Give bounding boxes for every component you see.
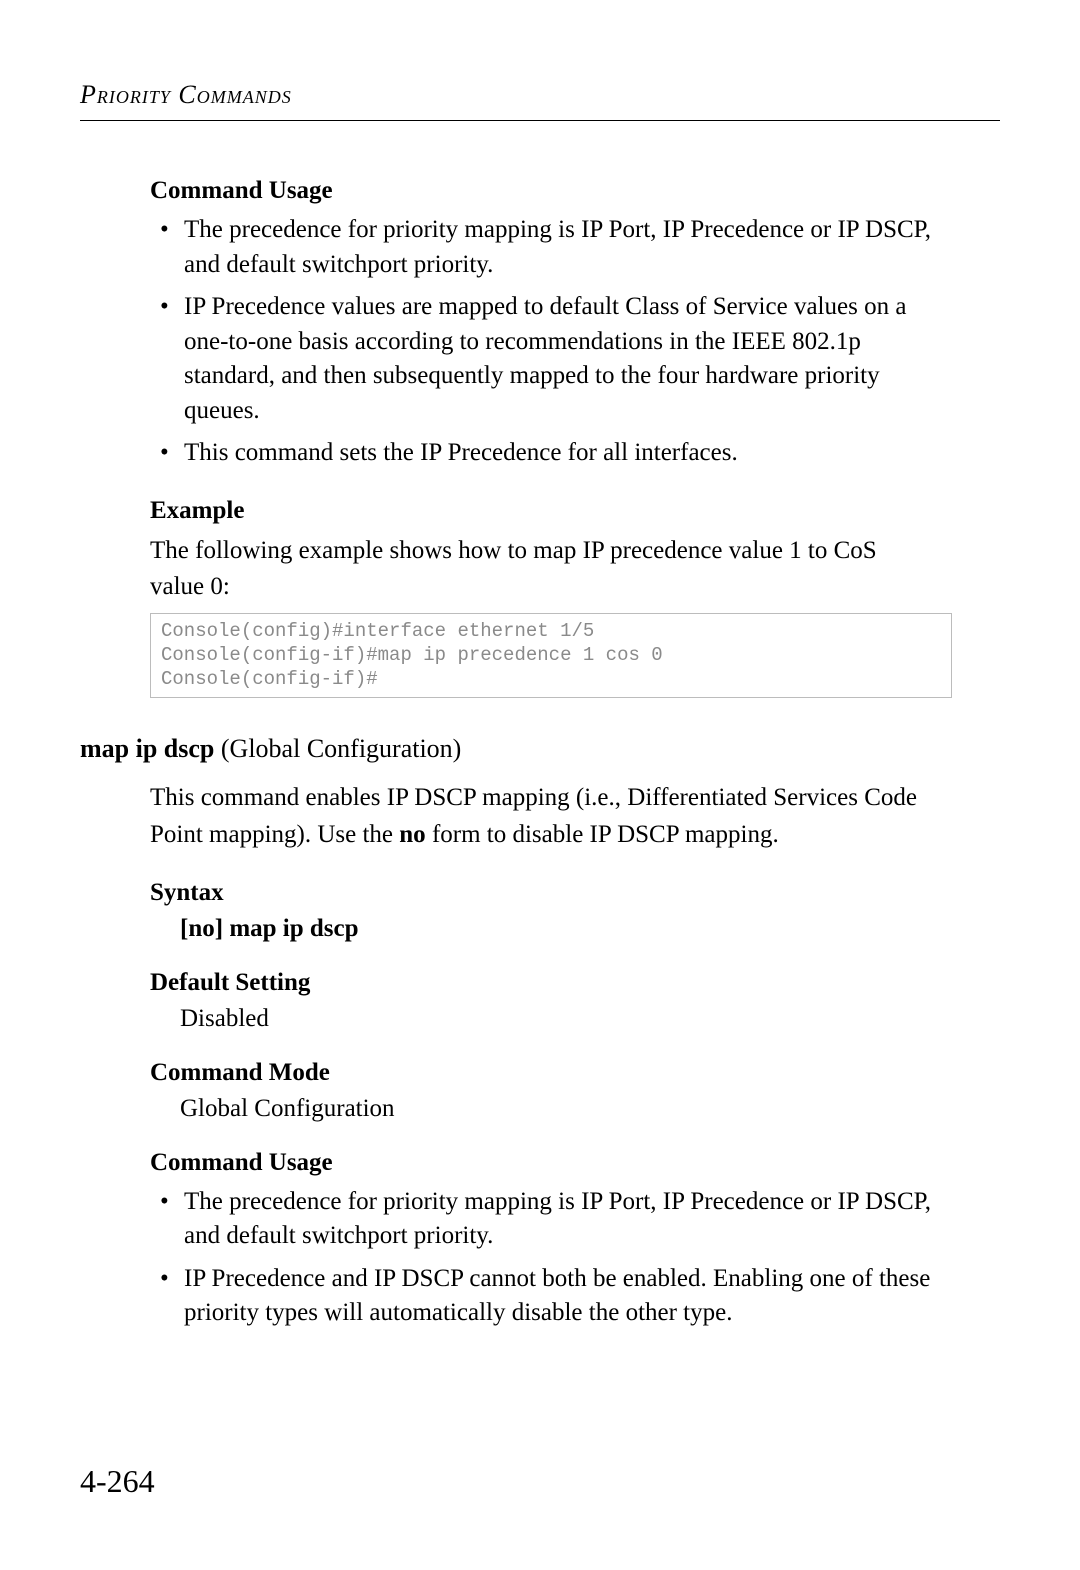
syntax-no-keyword: no (188, 915, 214, 942)
page-number: 4-264 (80, 1463, 155, 1500)
syntax-close-bracket: ] (215, 915, 223, 942)
example-intro-text: The following example shows how to map I… (150, 533, 930, 606)
list-item: The precedence for priority mapping is I… (150, 1185, 944, 1254)
page-content: Priority Commands Command Usage The prec… (0, 0, 1080, 1570)
syntax-line: [no] map ip dscp (180, 915, 1000, 943)
command-mode-heading: Command Mode (150, 1059, 1000, 1087)
code-example-block: Console(config)#interface ethernet 1/5 C… (150, 613, 952, 698)
description-no-keyword: no (399, 821, 425, 848)
default-setting-value: Disabled (180, 1005, 1000, 1033)
syntax-heading: Syntax (150, 879, 1000, 907)
list-item: The precedence for priority mapping is I… (150, 213, 944, 282)
default-setting-heading: Default Setting (150, 969, 1000, 997)
list-item: This command sets the IP Precedence for … (150, 436, 944, 471)
list-item: IP Precedence values are mapped to defau… (150, 290, 944, 428)
command-description: This command enables IP DSCP mapping (i.… (150, 780, 930, 853)
command-usage-heading-2: Command Usage (150, 1149, 1000, 1177)
running-header: Priority Commands (80, 80, 1000, 110)
command-title-line: map ip dscp (Global Configuration) (80, 734, 1000, 764)
description-text-post: form to disable IP DSCP mapping. (426, 821, 779, 848)
syntax-command-keyword: map ip dscp (223, 915, 358, 942)
list-item: IP Precedence and IP DSCP cannot both be… (150, 1262, 944, 1331)
command-usage-list-2: The precedence for priority mapping is I… (150, 1185, 1000, 1331)
example-heading: Example (150, 497, 1000, 525)
command-name: map ip dscp (80, 734, 214, 763)
command-usage-heading-1: Command Usage (150, 177, 1000, 205)
command-mode-value: Global Configuration (180, 1095, 1000, 1123)
header-rule (80, 120, 1000, 121)
command-usage-list-1: The precedence for priority mapping is I… (150, 213, 1000, 471)
command-context: (Global Configuration) (214, 734, 461, 763)
